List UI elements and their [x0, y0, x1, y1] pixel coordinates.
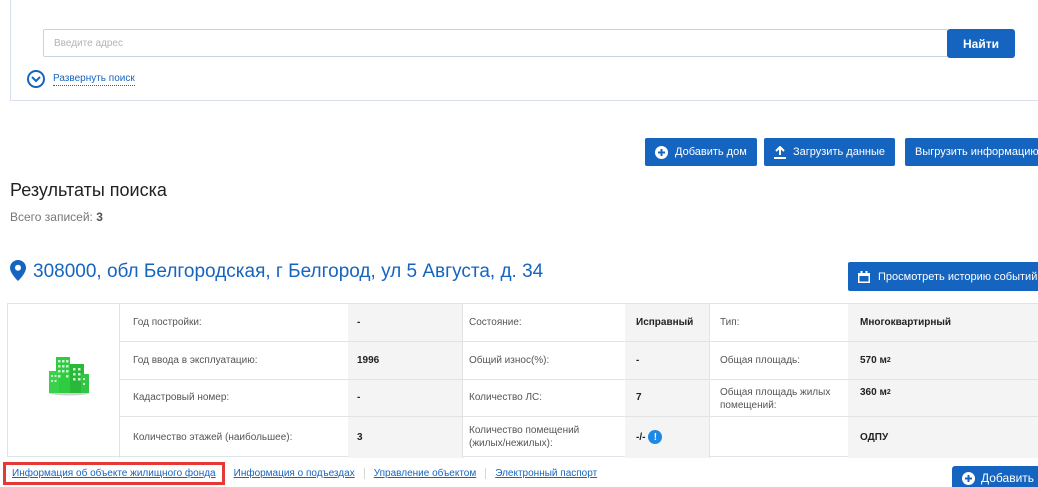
wear-value: -: [636, 354, 640, 366]
condition-value: Исправный: [636, 317, 694, 328]
total-area-label: Общая площадь:: [720, 354, 801, 366]
chevron-down-circle-icon: [27, 70, 45, 88]
address-link[interactable]: 308000, обл Белгородская, г Белгород, ул…: [33, 261, 543, 283]
plus-circle-icon: [655, 145, 668, 159]
total-area-value: 570 м2: [860, 341, 891, 379]
col-divider: [709, 304, 710, 458]
apartment-building-icon: [48, 354, 90, 399]
view-history-button[interactable]: Просмотреть историю событий: [848, 262, 1038, 291]
results-count: Всего записей: 3: [10, 210, 103, 224]
results-title: Результаты поиска: [10, 180, 167, 200]
cadastral-number-value: -: [357, 392, 361, 403]
house-tabs: Информация об объекте жилищного фонда Ин…: [3, 460, 606, 487]
info-icon[interactable]: !: [648, 430, 663, 444]
add-label: Добавить: [981, 471, 1035, 485]
total-area-number: 570 м: [860, 354, 887, 366]
plus-circle-icon: [962, 471, 975, 485]
search-panel: Найти Развернуть поиск: [10, 0, 1038, 101]
row-divider: [119, 379, 1038, 380]
premises-count-value: -/- !: [636, 416, 663, 458]
year-built-value: -: [357, 317, 361, 328]
year-built-label: Год постройки:: [133, 317, 202, 328]
cadastral-number-label: Кадастровый номер:: [133, 392, 230, 403]
type-value: Многоквартирный: [860, 317, 952, 328]
add-house-button[interactable]: Добавить дом: [645, 138, 757, 166]
expand-search-toggle[interactable]: Развернуть поиск: [27, 70, 135, 88]
expand-search-link[interactable]: Развернуть поиск: [53, 73, 135, 86]
results-count-value: 3: [96, 210, 103, 224]
tab-entrances-info[interactable]: Информация о подъездах: [225, 468, 365, 479]
calendar-icon: [858, 270, 870, 283]
living-area-number: 360 м: [860, 387, 887, 398]
tab-electronic-passport[interactable]: Электронный паспорт: [486, 468, 606, 479]
view-history-label: Просмотреть историю событий: [878, 270, 1038, 283]
type-label: Тип:: [720, 317, 740, 328]
area-unit-superscript: 2: [886, 389, 891, 396]
add-house-label: Добавить дом: [675, 146, 747, 158]
upload-data-button[interactable]: Загрузить данные: [764, 138, 895, 166]
living-area-value: 360 м2: [860, 379, 891, 416]
condition-label: Состояние:: [469, 317, 522, 328]
values-column-1: [348, 304, 462, 458]
export-info-label: Выгрузить информацию: [915, 146, 1038, 158]
personal-accounts-label: Количество ЛС:: [469, 392, 543, 403]
find-button[interactable]: Найти: [947, 29, 1015, 58]
floors-value: 3: [357, 431, 363, 443]
upload-data-label: Загрузить данные: [793, 146, 885, 158]
odpu-link[interactable]: ОДПУ: [860, 416, 888, 458]
house-card: Год постройки: - Год ввода в эксплуатаци…: [7, 303, 1038, 458]
year-commissioned-label: Год ввода в эксплуатацию:: [133, 354, 258, 366]
col-divider: [462, 304, 463, 458]
tab-housing-object-info[interactable]: Информация об объекте жилищного фонда: [3, 462, 225, 485]
tab-object-management[interactable]: Управление объектом: [365, 468, 487, 479]
year-commissioned-value: 1996: [357, 354, 380, 366]
results-count-label: Всего записей:: [10, 210, 93, 224]
living-area-label: Общая площадь жилых помещений:: [720, 387, 831, 411]
col-divider: [119, 304, 120, 458]
house-address[interactable]: 308000, обл Белгородская, г Белгород, ул…: [10, 260, 543, 284]
location-pin-icon: [10, 260, 26, 284]
personal-accounts-value: 7: [636, 392, 642, 403]
premises-count-label: Количество помещений (жилых/нежилых):: [469, 425, 580, 449]
upload-icon: [774, 145, 786, 159]
wear-label: Общий износ(%):: [469, 354, 550, 366]
export-info-button[interactable]: Выгрузить информацию: [905, 138, 1038, 166]
floors-label: Количество этажей (наибольшее):: [133, 431, 293, 443]
premises-count-text: -/-: [636, 431, 646, 443]
address-search-input[interactable]: [43, 29, 948, 57]
add-button[interactable]: Добавить: [952, 466, 1038, 487]
area-unit-superscript: 2: [886, 356, 891, 364]
